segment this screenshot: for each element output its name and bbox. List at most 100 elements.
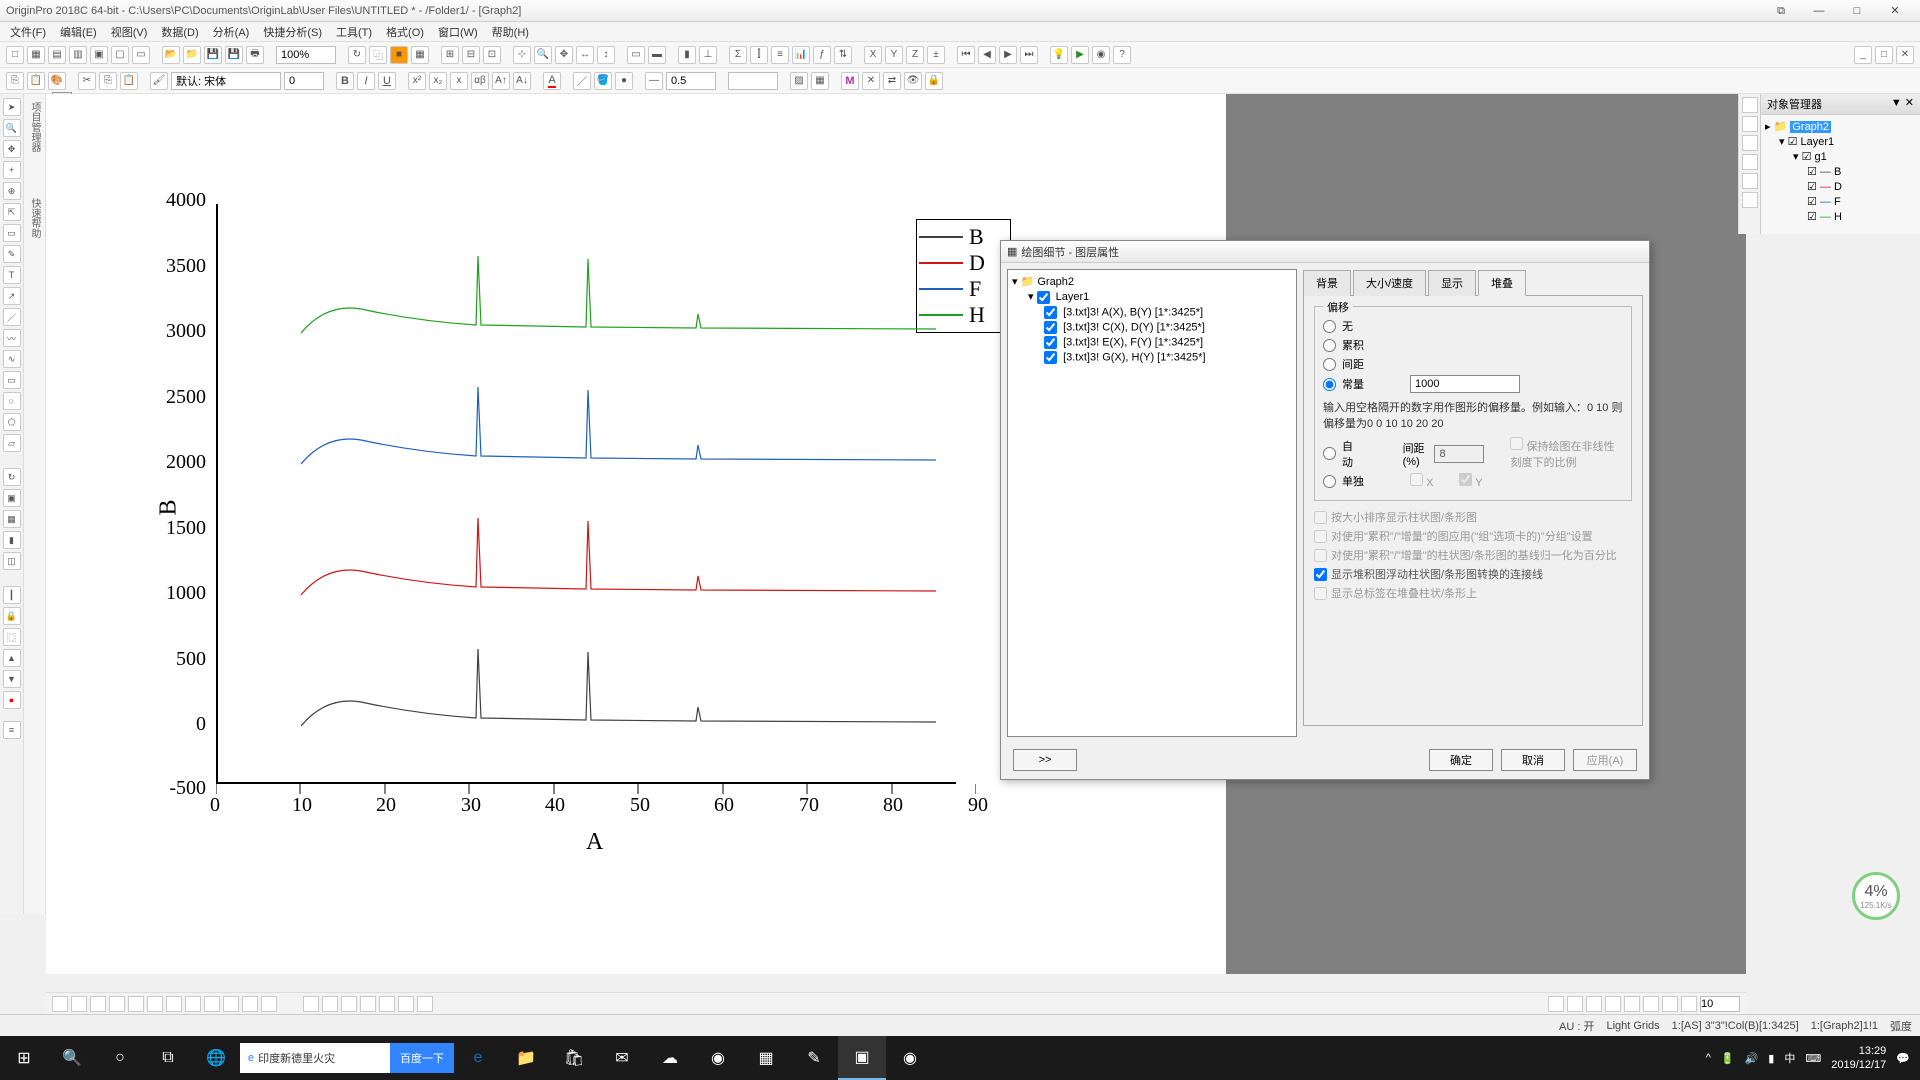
line-icon[interactable]: ／ [3,308,21,326]
heatmap-icon[interactable] [398,996,414,1012]
constant-input[interactable] [1410,375,1520,393]
paste-icon[interactable]: 📋 [120,72,138,90]
last-icon[interactable]: ⏭ [1020,46,1038,64]
tray-keyboard-icon[interactable]: ⌨ [1805,1052,1821,1065]
italic-icon[interactable]: I [357,72,375,90]
line-style-icon[interactable]: — [645,72,663,90]
menu-data[interactable]: 数据(D) [155,22,204,42]
mail-icon[interactable]: ✉ [598,1036,646,1080]
stack-icon[interactable] [360,996,376,1012]
menu-view[interactable]: 视图(V) [105,22,154,42]
obs-icon[interactable]: ◉ [886,1036,934,1080]
pointer-icon[interactable]: ➤ [3,98,21,116]
polyline-icon[interactable]: 〰 [3,329,21,347]
underline-icon[interactable]: U [378,72,396,90]
circle-icon[interactable]: ○ [3,392,21,410]
rescale-y-icon[interactable]: ↕ [597,46,615,64]
add-colorbar-icon[interactable]: ▮ [678,46,696,64]
menu-window[interactable]: 窗口(W) [432,22,484,42]
column-plot-icon[interactable] [109,996,125,1012]
contour-plot-icon[interactable] [204,996,220,1012]
box-plot-icon[interactable] [242,996,258,1012]
cancel-button[interactable]: 取消 [1501,749,1565,771]
menu-quickanalysis[interactable]: 快捷分析(S) [257,22,328,42]
align-bottom-icon[interactable] [1643,996,1659,1012]
function-icon[interactable]: ƒ [813,46,831,64]
multi-y-icon[interactable] [341,996,357,1012]
align-icon[interactable]: ≡ [3,721,21,739]
radio-individual[interactable] [1323,475,1336,488]
rescale-icon[interactable]: ⊹ [513,46,531,64]
perf-widget[interactable]: 4% 125.1K/s [1852,872,1900,920]
tray-notif-icon[interactable]: 💬 [1896,1052,1910,1065]
template-lib-icon[interactable] [303,996,319,1012]
data-selector-icon[interactable]: ⇱ [3,203,21,221]
close-icon[interactable]: ✕ [1876,2,1914,20]
radio-gap[interactable] [1323,358,1336,371]
new-excel-icon[interactable]: ▣ [90,46,108,64]
print-icon[interactable]: 🖶 [246,46,264,64]
duplicate-icon[interactable]: ⿻ [369,46,387,64]
save-icon[interactable]: 💾 [204,46,222,64]
baidu-button[interactable]: 百度一下 [390,1043,454,1073]
expand-button[interactable]: >> [1013,749,1077,771]
fontsize-combo[interactable] [284,72,324,90]
symbolsize-combo[interactable] [728,72,778,90]
search-icon[interactable]: 🔍 [48,1036,96,1080]
editor-icon[interactable]: ✎ [790,1036,838,1080]
menu-help[interactable]: 帮助(H) [486,22,535,42]
explorer-icon[interactable]: 📁 [502,1036,550,1080]
subscript-icon[interactable]: x₂ [429,72,447,90]
add-right-y-icon[interactable] [1742,173,1758,189]
radio-none[interactable] [1323,320,1336,333]
align-mid-icon[interactable] [1624,996,1640,1012]
new-project-icon[interactable]: □ [6,46,24,64]
insert-graph-icon[interactable]: ▣ [3,489,21,507]
theme-icon[interactable]: 🎨 [48,72,66,90]
scatter-plot-icon[interactable] [71,996,87,1012]
freehand-icon[interactable]: ∿ [3,350,21,368]
app-360-icon[interactable]: 🌐 [192,1036,240,1080]
radio-constant[interactable] [1323,378,1336,391]
pattern-icon[interactable]: ▨ [790,72,808,90]
distribute-v-icon[interactable] [1681,996,1697,1012]
layer-mgmt-icon[interactable] [1742,135,1758,151]
linesym-plot-icon[interactable] [90,996,106,1012]
y-col-icon[interactable]: Y [885,46,903,64]
mdi-close-icon[interactable]: ✕ [1896,46,1914,64]
area-plot-icon[interactable] [147,996,163,1012]
front-icon[interactable]: ▲ [3,649,21,667]
sort-icon[interactable]: ⇅ [834,46,852,64]
open-icon[interactable]: 📂 [162,46,180,64]
new-notes-icon[interactable]: ▭ [132,46,150,64]
tab-size[interactable]: 大小/速度 [1353,270,1426,296]
region-tool-icon[interactable]: ▱ [3,434,21,452]
col-stats-icon[interactable]: ⫿ [750,46,768,64]
superscript-icon[interactable]: x² [408,72,426,90]
cut-icon[interactable]: ✂ [78,72,96,90]
data-reader-icon[interactable]: + [3,161,21,179]
new-graph-icon[interactable]: ▤ [48,46,66,64]
anti-alias-icon[interactable] [1742,97,1758,113]
text-icon[interactable]: T [3,266,21,284]
dialog-tree[interactable]: ▾ 📁 Graph2 ▾ Layer1 [3.txt]3! A(X), B(Y)… [1007,269,1297,737]
bold-icon[interactable]: B [336,72,354,90]
decrease-font-icon[interactable]: A↓ [513,72,531,90]
radio-auto[interactable] [1323,447,1336,460]
symbol-color-icon[interactable]: ● [615,72,633,90]
mdi-max-icon[interactable]: □ [1875,46,1893,64]
format-painter-icon[interactable]: 🖌 [150,72,168,90]
grid-icon[interactable]: ▦ [811,72,829,90]
mdi-min-icon[interactable]: _ [1854,46,1872,64]
zoom-pan-icon[interactable]: ✥ [555,46,573,64]
tray-ime-icon[interactable]: 中 [1784,1050,1795,1066]
stat-plot-icon[interactable] [223,996,239,1012]
rotate-icon[interactable]: ↻ [3,468,21,486]
vector-plot-icon[interactable] [417,996,433,1012]
store-icon[interactable]: 🛍 [550,1036,598,1080]
system-tray[interactable]: ^ 🔋 🔊 ▮ 中 ⌨ 13:29 2019/12/17 💬 [1706,1044,1920,1072]
merge-icon[interactable]: ⊡ [483,46,501,64]
menu-file[interactable]: 文件(F) [4,22,52,42]
restore-down-icon[interactable]: ⧉ [1762,2,1800,20]
pan-icon[interactable]: ✥ [3,140,21,158]
